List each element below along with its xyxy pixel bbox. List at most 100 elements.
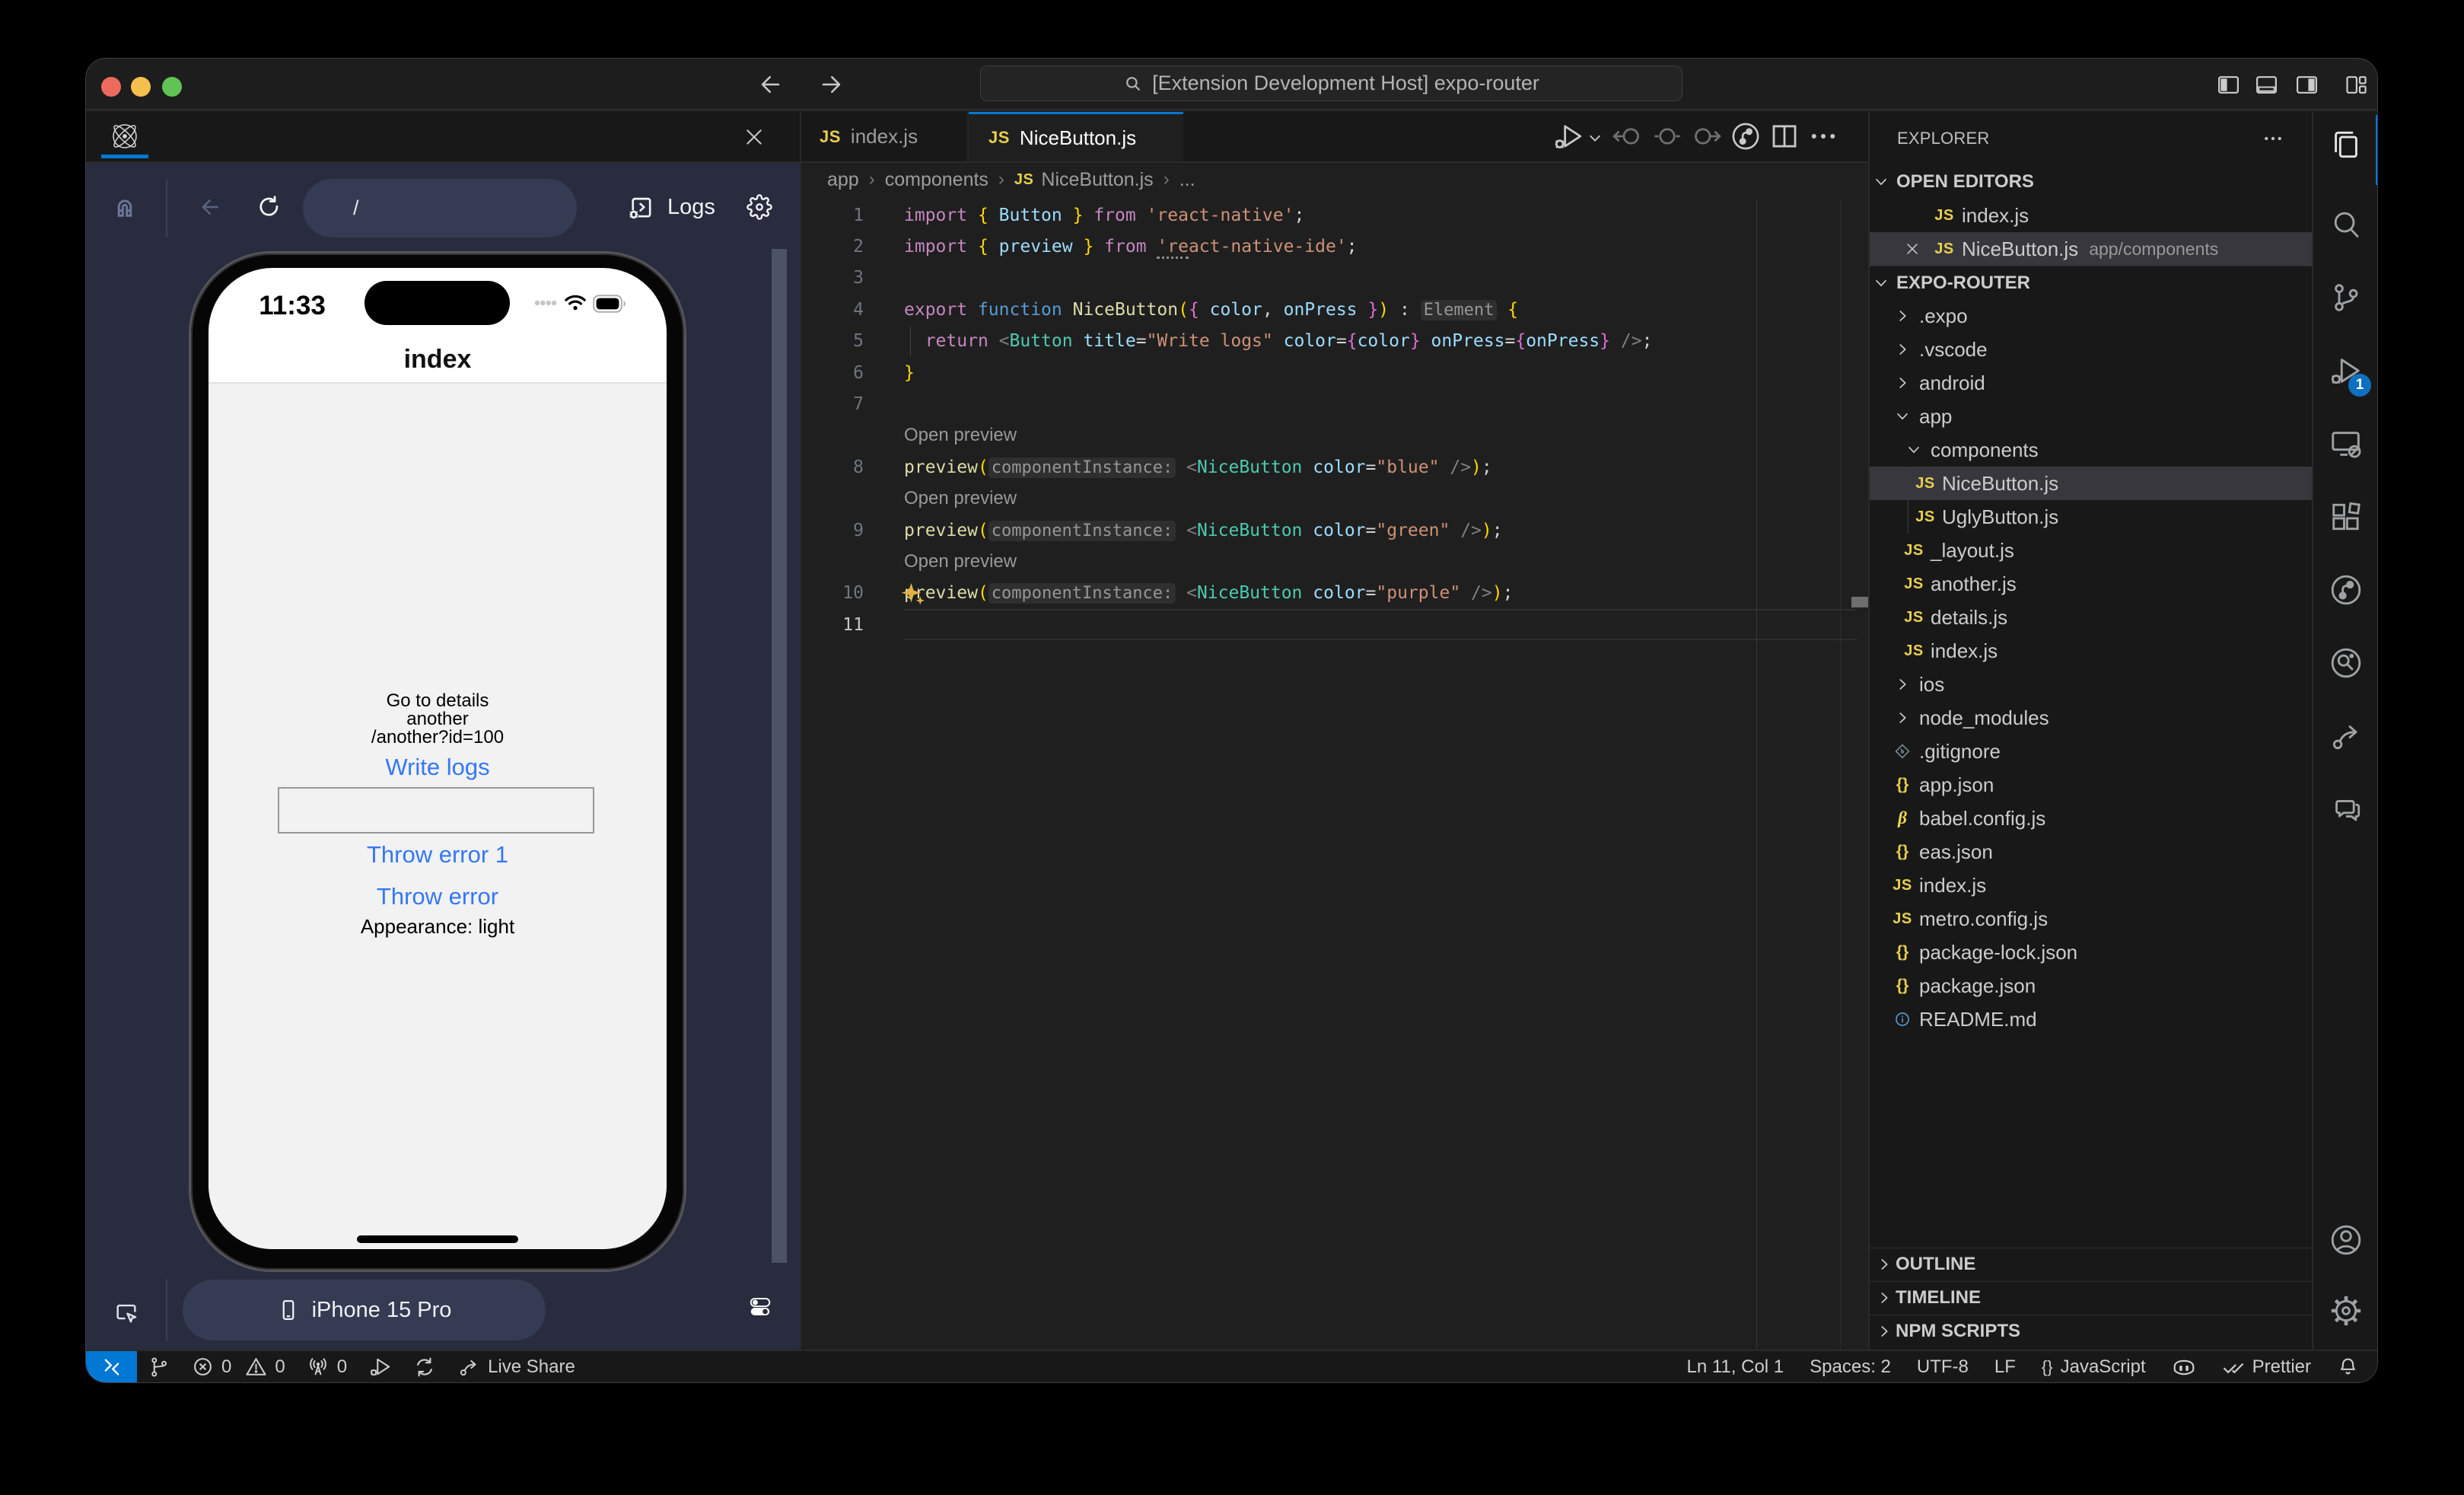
tree-item-babel-config-js[interactable]: βbabel.config.js (1870, 802, 2313, 835)
copilot-status[interactable] (2159, 1351, 2209, 1382)
broadcast-status[interactable]: 0 (296, 1351, 358, 1382)
file-tree[interactable]: OPEN EDITORSJSindex.jsJSNiceButton.jsapp… (1870, 165, 2313, 1036)
remote-indicator[interactable] (86, 1351, 137, 1382)
tree-item-index-js[interactable]: JSindex.js (1870, 869, 2313, 902)
commit-graph-icon[interactable] (2329, 572, 2364, 607)
settings-gear-icon[interactable] (2329, 1293, 2364, 1328)
comments-icon[interactable] (2329, 792, 2364, 827)
toggle-panel-icon[interactable] (2254, 72, 2279, 97)
sync-status[interactable] (403, 1351, 447, 1382)
customize-layout-icon[interactable] (2343, 72, 2368, 97)
search-icon[interactable] (2329, 207, 2364, 242)
account-icon[interactable] (2329, 1222, 2364, 1258)
command-center[interactable]: [Extension Development Host] expo-router (980, 65, 1682, 101)
breadcrumbs[interactable]: app›components›JSNiceButton.js›... (827, 163, 1195, 196)
breadcrumb-item[interactable]: NiceButton.js (1041, 169, 1153, 191)
traffic-minimize-button[interactable] (131, 77, 151, 97)
tree-item-ios[interactable]: ios (1870, 668, 2313, 701)
history-back-icon[interactable] (756, 71, 783, 98)
tree-item-details-js[interactable]: JSdetails.js (1870, 601, 2313, 634)
traffic-close-button[interactable] (101, 77, 121, 97)
appearance-toggles-icon[interactable] (749, 1295, 772, 1318)
section-header-timeline[interactable]: TIMELINE (1870, 1281, 2313, 1315)
tree-item-index-js[interactable]: JSindex.js (1870, 199, 2313, 232)
phone-link[interactable]: Throw error 1 (209, 841, 667, 869)
phone-text-input[interactable] (278, 787, 594, 834)
section-header-outline[interactable]: OUTLINE (1870, 1248, 2313, 1281)
tree-item-android[interactable]: android (1870, 366, 2313, 400)
tree-item-node-modules[interactable]: node_modules (1870, 701, 2313, 735)
tab-radon-ide[interactable] (86, 112, 242, 161)
explorer-files-icon[interactable] (2329, 127, 2364, 162)
tree-item-package-lock-json[interactable]: {}package-lock.json (1870, 936, 2313, 969)
source-control-status[interactable] (137, 1351, 181, 1382)
panel-scrollbar[interactable] (772, 249, 787, 1263)
sidebar-more-icon[interactable] (2262, 127, 2284, 150)
code-editor[interactable]: app›components›JSNiceButton.js›... 1impo… (801, 163, 1868, 1350)
tree-item-app-json[interactable]: {}app.json (1870, 768, 2313, 802)
tree-item-index-js[interactable]: JSindex.js (1870, 634, 2313, 668)
live-share-icon[interactable] (2329, 719, 2364, 754)
toggle-sidebar-left-icon[interactable] (2216, 72, 2241, 97)
tab-nicebutton-js[interactable]: JS NiceButton.js (969, 112, 1183, 161)
tree-item-uglybutton-js[interactable]: JSUglyButton.js (1870, 500, 2313, 534)
device-select-button[interactable]: iPhone 15 Pro (183, 1280, 546, 1340)
close-editor-icon[interactable] (1903, 240, 1921, 258)
chevron-down-icon[interactable] (1587, 129, 1603, 146)
run-or-debug-icon[interactable] (1552, 120, 1584, 152)
notifications-bell[interactable] (2324, 1351, 2359, 1382)
history-forward-icon[interactable] (819, 71, 846, 98)
toggle-sidebar-right-icon[interactable] (2294, 72, 2319, 97)
codelens-row[interactable]: Open preview (801, 483, 1868, 515)
file-history-icon[interactable] (1730, 120, 1762, 152)
tree-item--layout-js[interactable]: JS_layout.js (1870, 534, 2313, 567)
breadcrumb-item[interactable]: components (885, 169, 988, 191)
panel-settings-gear-icon[interactable] (747, 194, 772, 220)
indentation[interactable]: Spaces: 2 (1797, 1351, 1904, 1382)
codelens-label[interactable]: Open preview (904, 488, 1017, 509)
logs-button[interactable]: Logs (628, 188, 715, 226)
breadcrumb-item[interactable]: ... (1179, 169, 1195, 191)
codelens-row[interactable]: Open preview (801, 420, 1868, 451)
tree-item-another-js[interactable]: JSanother.js (1870, 567, 2313, 601)
section-header-npm-scripts[interactable]: NPM SCRIPTS (1870, 1315, 2313, 1348)
tree-item-eas-json[interactable]: {}eas.json (1870, 835, 2313, 869)
tree-item-nicebutton-js[interactable]: JSNiceButton.js (1870, 467, 2313, 500)
extensions-icon[interactable] (2329, 499, 2364, 534)
live-share-status[interactable]: Live Share (447, 1351, 586, 1382)
codelens-label[interactable]: Open preview (904, 425, 1017, 446)
remote-explorer-icon[interactable] (2329, 426, 2364, 461)
nav-back-icon[interactable] (197, 195, 221, 219)
tree-item--vscode[interactable]: .vscode (1870, 333, 2313, 366)
tree-item-components[interactable]: components (1870, 433, 2313, 467)
phone-link[interactable]: Write logs (209, 754, 667, 781)
eol-sequence[interactable]: LF (1982, 1351, 2029, 1382)
tree-item-package-json[interactable]: {}package.json (1870, 969, 2313, 1003)
codelens-label[interactable]: Open preview (904, 551, 1017, 572)
prettier-status[interactable]: Prettier (2209, 1351, 2324, 1382)
language-mode[interactable]: {} JavaScript (2029, 1351, 2159, 1382)
tab-index-js[interactable]: JS index.js (800, 112, 969, 161)
cursor-position[interactable]: Ln 11, Col 1 (1674, 1351, 1797, 1382)
search-commits-icon[interactable] (2329, 645, 2364, 681)
tree-item-nicebutton-js[interactable]: JSNiceButton.jsapp/components (1870, 232, 2313, 266)
tree-item-metro-config-js[interactable]: JSmetro.config.js (1870, 902, 2313, 936)
breadcrumb-item[interactable]: app (827, 169, 859, 191)
traffic-zoom-button[interactable] (162, 77, 182, 97)
copilot-sparkle-icon[interactable] (898, 580, 927, 609)
problems-status[interactable]: 0 0 (181, 1351, 296, 1382)
tree-item--expo[interactable]: .expo (1870, 299, 2313, 333)
close-panel-icon[interactable] (742, 125, 766, 149)
phone-link[interactable]: Throw error (209, 883, 667, 910)
section-header-open-editors[interactable]: OPEN EDITORS (1870, 165, 2313, 199)
source-control-icon[interactable] (2329, 280, 2364, 315)
section-header-expo-router[interactable]: EXPO-ROUTER (1870, 266, 2313, 299)
magnet-icon[interactable] (112, 194, 138, 220)
code-lines[interactable]: 1import { Button } from 'react-native';2… (801, 199, 1868, 640)
more-actions-icon[interactable] (1807, 120, 1839, 152)
editor-group-divider[interactable] (800, 112, 801, 1350)
tree-item-app[interactable]: app (1870, 400, 2313, 433)
tree-item--gitignore[interactable]: .gitignore (1870, 735, 2313, 768)
inspect-element-icon[interactable] (113, 1300, 139, 1326)
split-editor-icon[interactable] (1768, 120, 1800, 152)
